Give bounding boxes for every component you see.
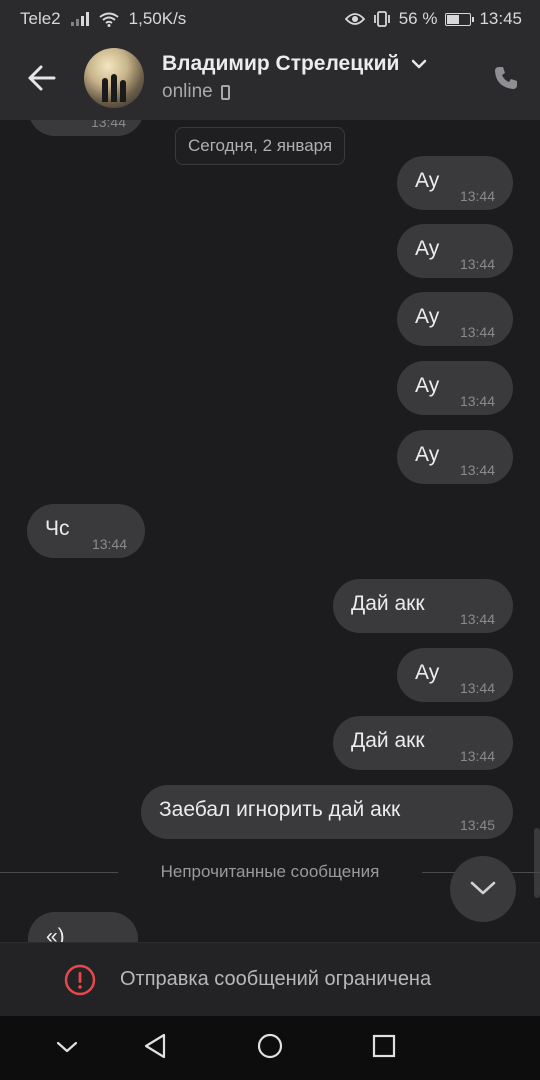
avatar[interactable] — [84, 48, 144, 108]
chat-header: Владимир Стрелецкий online — [0, 38, 540, 120]
vibrate-icon — [373, 11, 390, 27]
message-time: 13:44 — [459, 324, 495, 340]
message-list[interactable]: 13:44 Сегодня, 2 января Ау 13:44 Ау 13:44 Ау… — [0, 120, 540, 942]
signal-icon — [70, 12, 89, 26]
contact-name-button[interactable]: Владимир Стрелецкий — [162, 52, 427, 76]
message-text: Чс — [45, 517, 70, 540]
outgoing-message[interactable]: Дай акк 13:44 — [333, 579, 513, 633]
presence-status: online — [162, 81, 230, 103]
message-time: 13:44 — [459, 256, 495, 272]
message-time: 13:44 — [91, 536, 127, 552]
message-time: 13:44 — [459, 188, 495, 204]
wifi-icon — [99, 12, 119, 27]
arrow-left-icon — [28, 65, 56, 91]
message-text: Ау — [415, 305, 440, 328]
message-time: 13:44 — [459, 462, 495, 478]
battery-percent: 56 % — [398, 9, 438, 28]
composer-restriction-bar: Отправка сообщений ограничена — [0, 942, 540, 1017]
chevron-down-icon — [470, 881, 496, 895]
call-button[interactable] — [492, 64, 520, 97]
online-label: online — [162, 81, 213, 102]
date-separator: Сегодня, 2 января — [175, 127, 346, 165]
exclamation-circle-icon — [64, 964, 96, 996]
message-text: Ау — [415, 374, 440, 397]
phone-icon — [495, 67, 517, 89]
message-text: Ау — [415, 443, 440, 466]
message-bubble-partial[interactable]: 13:44 — [28, 120, 144, 136]
outgoing-message[interactable]: Ау 13:44 — [397, 648, 513, 702]
carrier-label: Tele2 — [20, 9, 61, 28]
mobile-device-icon — [220, 84, 230, 100]
outgoing-message[interactable]: Заебал игнорить дай акк 13:45 — [141, 785, 513, 839]
message-time: 13:45 — [459, 817, 495, 833]
message-text: «) — [46, 925, 65, 942]
message-text: Ау — [415, 169, 440, 192]
outgoing-message[interactable]: Ау 13:44 — [397, 430, 513, 484]
scroll-down-button[interactable] — [450, 856, 516, 922]
outgoing-message[interactable]: Ау 13:44 — [397, 224, 513, 278]
message-time: 13:44 — [459, 680, 495, 696]
outgoing-message[interactable]: Дай акк 13:44 — [333, 716, 513, 770]
message-time: 13:44 — [90, 120, 126, 130]
message-time: 13:44 — [459, 748, 495, 764]
message-time: 13:44 — [459, 393, 495, 409]
incoming-message[interactable]: Чс 13:44 — [27, 504, 145, 558]
message-text: Заебал игнорить дай акк — [159, 798, 401, 821]
status-bar: Tele2 1,50K/s 56 % 13:45 — [0, 0, 540, 38]
message-text: Дай акк — [351, 729, 425, 752]
clock: 13:45 — [479, 9, 522, 28]
eye-icon — [344, 13, 365, 25]
outgoing-message[interactable]: Ау 13:44 — [397, 156, 513, 210]
nav-home-icon[interactable] — [256, 1032, 284, 1060]
network-speed: 1,50K/s — [128, 9, 187, 28]
outgoing-message[interactable]: Ау 13:44 — [397, 292, 513, 346]
message-text: Ау — [415, 661, 440, 684]
system-nav-bar — [0, 1016, 540, 1080]
message-text: Дай акк — [351, 592, 425, 615]
restriction-message: Отправка сообщений ограничена — [120, 968, 432, 990]
message-text: Ау — [415, 237, 440, 260]
nav-back-icon[interactable] — [142, 1032, 168, 1060]
hide-keyboard-icon[interactable] — [56, 1040, 78, 1054]
contact-name: Владимир Стрелецкий — [162, 52, 400, 75]
message-time: 13:44 — [459, 611, 495, 627]
outgoing-message[interactable]: Ау 13:44 — [397, 361, 513, 415]
message-bubble-partial[interactable]: «) — [28, 912, 138, 942]
nav-recents-icon[interactable] — [372, 1034, 396, 1058]
battery-icon — [445, 12, 475, 26]
chevron-down-icon — [412, 60, 427, 69]
back-button[interactable] — [22, 58, 62, 98]
